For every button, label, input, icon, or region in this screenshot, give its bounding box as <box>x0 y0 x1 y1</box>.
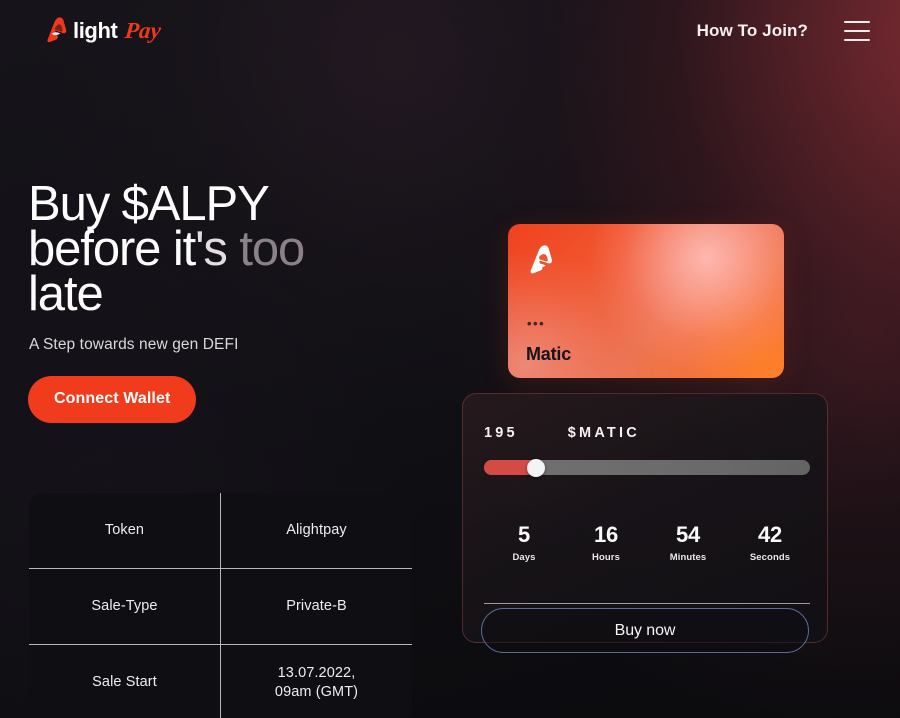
table-cell-value: 13.07.2022, 09am (GMT) <box>220 644 412 718</box>
countdown-label: Hours <box>592 552 620 563</box>
table-row: Sale-Type Private-B <box>29 568 412 645</box>
table-cell-value: Private-B <box>220 568 412 645</box>
purchase-panel: 195 $MATIC 5 Days 16 Hours 54 Minutes 42… <box>462 393 828 643</box>
countdown-seconds: 42 Seconds <box>747 522 793 563</box>
brand-logo[interactable]: light Pay <box>44 17 163 45</box>
headline-line-3: late <box>28 267 104 321</box>
alight-a-mark-icon <box>47 17 67 43</box>
table-cell-value: Alightpay <box>220 493 412 569</box>
headline-seg-its: 's <box>195 222 240 276</box>
amount-slider[interactable] <box>484 458 810 477</box>
countdown-value: 16 <box>593 522 619 547</box>
header-nav: How To Join? <box>697 21 870 41</box>
alight-a-mark-white-icon <box>530 245 552 274</box>
page-root: light Pay How To Join? Buy $ALPY before … <box>0 0 900 718</box>
logo-text-light: light <box>73 18 118 43</box>
hamburger-bar <box>844 30 870 32</box>
headline-seg-too: too <box>239 222 305 276</box>
hamburger-bar <box>844 21 870 23</box>
countdown-days: 5 Days <box>501 522 547 563</box>
hero-subtitle: A Step towards new gen DEFI <box>29 336 239 353</box>
card-token-name: Matic <box>526 344 572 364</box>
amount-row: 195 $MATIC <box>484 425 640 441</box>
card-masked-digits: ••• <box>527 316 546 331</box>
countdown-value: 54 <box>675 522 701 547</box>
countdown-value: 42 <box>757 522 783 547</box>
countdown-minutes: 54 Minutes <box>665 522 711 563</box>
sale-info-table: Token Alightpay Sale-Type Private-B Sale… <box>28 492 413 718</box>
amount-value: 195 <box>484 425 518 441</box>
amount-currency: $MATIC <box>567 425 640 441</box>
nav-how-to-join[interactable]: How To Join? <box>697 21 808 41</box>
page-title: Buy $ALPY before it's too late <box>28 177 448 321</box>
hero-left-column: Buy $ALPY before it's too late A Step to… <box>28 177 448 423</box>
buy-now-button[interactable]: Buy now <box>481 608 809 653</box>
headline-line-1: Buy $ALPY <box>28 177 270 231</box>
logo-text-pay: Pay <box>124 18 163 43</box>
slider-thumb[interactable] <box>527 458 546 477</box>
connect-wallet-button[interactable]: Connect Wallet <box>28 376 197 423</box>
table-row: Token Alightpay <box>29 493 412 569</box>
countdown-label: Seconds <box>749 552 791 563</box>
matic-token-card: ••• Matic <box>508 224 784 378</box>
hamburger-bar <box>844 39 870 41</box>
countdown-label: Minutes <box>669 552 707 563</box>
headline-line-2: before it's too <box>28 225 448 274</box>
hamburger-menu-icon[interactable] <box>844 21 870 41</box>
table-row: Sale Start 13.07.2022, 09am (GMT) <box>29 644 412 718</box>
countdown-value: 5 <box>517 522 531 547</box>
table-cell-label: Sale-Type <box>29 568 221 645</box>
countdown-hours: 16 Hours <box>583 522 629 563</box>
table-cell-label: Sale Start <box>29 644 221 718</box>
site-header: light Pay How To Join? <box>0 0 900 62</box>
countdown-label: Days <box>512 552 536 563</box>
countdown-timer: 5 Days 16 Hours 54 Minutes 42 Seconds <box>484 522 810 563</box>
table-cell-label: Token <box>29 493 221 569</box>
panel-divider <box>484 603 810 604</box>
